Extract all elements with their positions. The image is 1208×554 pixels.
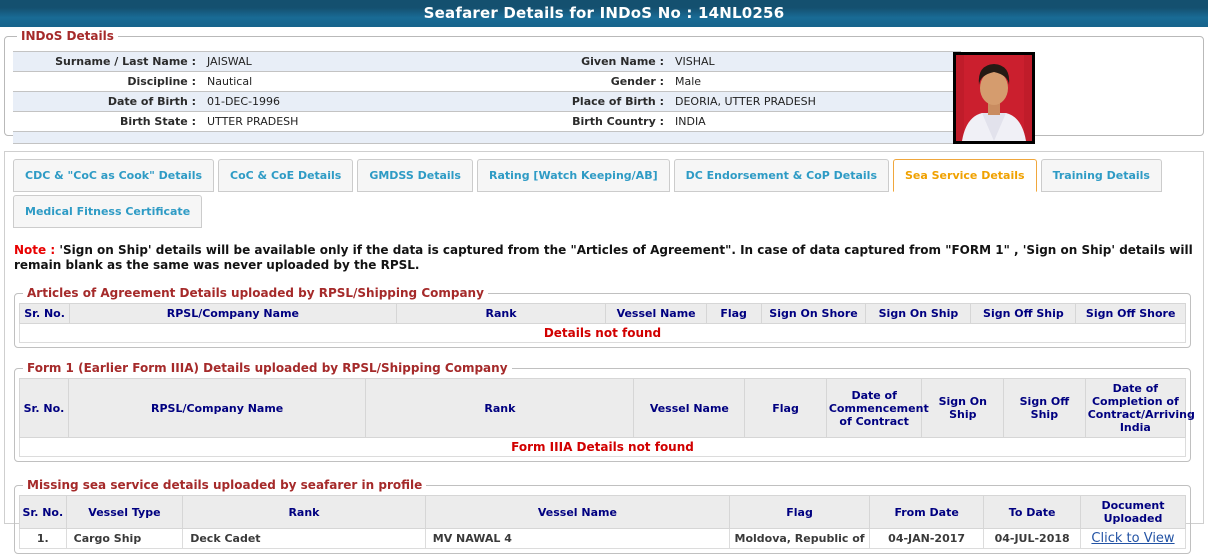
field-value-discipline: Nautical <box>205 72 473 91</box>
tab-gmdss[interactable]: GMDSS Details <box>357 159 473 192</box>
indos-row-discipline: Discipline : Nautical Gender : Male <box>13 72 961 92</box>
cell-to-date: 04-JUL-2018 <box>984 529 1081 549</box>
col-sr-no: Sr. No. <box>20 496 67 529</box>
form1-table: Sr. No. RPSL/Company Name Rank Vessel Na… <box>19 378 1186 457</box>
agreement-empty-message: Details not found <box>20 324 1186 343</box>
document-view-link[interactable]: Click to View <box>1091 531 1174 546</box>
missing-service-table: Sr. No. Vessel Type Rank Vessel Name Fla… <box>19 495 1186 549</box>
tab-dc-endorsement-cop[interactable]: DC Endorsement & CoP Details <box>674 159 889 192</box>
indos-details-section: INDoS Details Surname / Last Name : JAIS… <box>4 29 1204 136</box>
col-document-uploaded: Document Uploaded <box>1081 496 1186 529</box>
field-label-place-of-birth: Place of Birth : <box>473 92 673 111</box>
agreement-empty-row: Details not found <box>20 324 1186 343</box>
cell-from-date: 04-JAN-2017 <box>869 529 983 549</box>
col-vessel-name: Vessel Name <box>425 496 729 529</box>
col-to-date: To Date <box>984 496 1081 529</box>
missing-service-section: Missing sea service details uploaded by … <box>14 478 1191 554</box>
col-sign-on-ship: Sign On Ship <box>866 304 971 324</box>
col-sign-off-shore: Sign Off Shore <box>1076 304 1186 324</box>
field-value-given-name: VISHAL <box>673 52 961 71</box>
cell-rank: Deck Cadet <box>183 529 426 549</box>
col-sr-no: Sr. No. <box>20 304 70 324</box>
col-sign-off-ship: Sign Off Ship <box>1004 379 1086 438</box>
field-value-birth-country: INDIA <box>673 112 961 131</box>
cell-flag: Moldova, Republic of <box>730 529 870 549</box>
tabs-row-2: Medical Fitness Certificate <box>13 195 1203 228</box>
note-body: 'Sign on Ship' details will be available… <box>14 243 1193 272</box>
tab-training[interactable]: Training Details <box>1041 159 1162 192</box>
field-value-date-of-birth: 01-DEC-1996 <box>205 92 473 111</box>
agreement-header-row: Sr. No. RPSL/Company Name Rank Vessel Na… <box>20 304 1186 324</box>
agreement-section: Articles of Agreement Details uploaded b… <box>14 286 1191 348</box>
tab-medical-fitness[interactable]: Medical Fitness Certificate <box>13 195 202 228</box>
table-row: 1. Cargo Ship Deck Cadet MV NAWAL 4 Mold… <box>20 529 1186 549</box>
col-flag: Flag <box>745 379 827 438</box>
col-vessel-name: Vessel Name <box>634 379 745 438</box>
indos-row-spacer <box>13 132 961 144</box>
field-value-place-of-birth: DEORIA, UTTER PRADESH <box>673 92 961 111</box>
cell-document: Click to View <box>1081 529 1186 549</box>
col-sign-on-ship: Sign On Ship <box>922 379 1004 438</box>
cell-sr-no: 1. <box>20 529 67 549</box>
col-rank: Rank <box>183 496 426 529</box>
seafarer-photo <box>953 52 1035 144</box>
field-label-birth-state: Birth State : <box>13 112 205 131</box>
form1-legend: Form 1 (Earlier Form IIIA) Details uploa… <box>23 361 512 375</box>
agreement-table: Sr. No. RPSL/Company Name Rank Vessel Na… <box>19 303 1186 343</box>
col-sign-off-ship: Sign Off Ship <box>971 304 1076 324</box>
indos-row-birth-date: Date of Birth : 01-DEC-1996 Place of Bir… <box>13 92 961 112</box>
field-label-birth-country: Birth Country : <box>473 112 673 131</box>
field-label-given-name: Given Name : <box>473 52 673 71</box>
col-date-commencement: Date of Commencement of Contract <box>826 379 922 438</box>
indos-details-grid: Surname / Last Name : JAISWAL Given Name… <box>13 51 961 144</box>
tab-content-panel: CDC & "CoC as Cook" Details CoC & CoE De… <box>4 151 1204 524</box>
form1-header-row: Sr. No. RPSL/Company Name Rank Vessel Na… <box>20 379 1186 438</box>
tabs-row-1: CDC & "CoC as Cook" Details CoC & CoE De… <box>13 159 1203 192</box>
cell-vessel-type: Cargo Ship <box>66 529 183 549</box>
sign-on-ship-note: Note : 'Sign on Ship' details will be av… <box>14 243 1193 273</box>
col-date-completion: Date of Completion of Contract/Arriving … <box>1085 379 1185 438</box>
col-sign-on-shore: Sign On Shore <box>761 304 866 324</box>
col-vessel-name: Vessel Name <box>606 304 706 324</box>
field-label-surname: Surname / Last Name : <box>13 52 205 71</box>
missing-service-legend: Missing sea service details uploaded by … <box>23 478 426 492</box>
col-rpsl-company: RPSL/Company Name <box>70 304 396 324</box>
form1-empty-message: Form IIIA Details not found <box>20 438 1186 457</box>
seafarer-photo-image <box>956 55 1032 141</box>
agreement-legend: Articles of Agreement Details uploaded b… <box>23 286 488 300</box>
col-rpsl-company: RPSL/Company Name <box>68 379 365 438</box>
field-label-discipline: Discipline : <box>13 72 205 91</box>
col-vessel-type: Vessel Type <box>66 496 183 529</box>
form1-empty-row: Form IIIA Details not found <box>20 438 1186 457</box>
col-rank: Rank <box>366 379 634 438</box>
tab-coc-coe[interactable]: CoC & CoE Details <box>218 159 353 192</box>
tab-sea-service[interactable]: Sea Service Details <box>893 159 1037 192</box>
field-label-date-of-birth: Date of Birth : <box>13 92 205 111</box>
col-flag: Flag <box>730 496 870 529</box>
field-value-birth-state: UTTER PRADESH <box>205 112 473 131</box>
field-value-surname: JAISWAL <box>205 52 473 71</box>
col-flag: Flag <box>706 304 761 324</box>
form1-section: Form 1 (Earlier Form IIIA) Details uploa… <box>14 361 1191 462</box>
indos-details-legend: INDoS Details <box>17 29 118 43</box>
cell-vessel-name: MV NAWAL 4 <box>425 529 729 549</box>
field-value-gender: Male <box>673 72 961 91</box>
tab-cdc-coc-as-cook[interactable]: CDC & "CoC as Cook" Details <box>13 159 214 192</box>
indos-row-birth-state: Birth State : UTTER PRADESH Birth Countr… <box>13 112 961 132</box>
indos-row-name: Surname / Last Name : JAISWAL Given Name… <box>13 52 961 72</box>
col-sr-no: Sr. No. <box>20 379 69 438</box>
field-label-gender: Gender : <box>473 72 673 91</box>
missing-service-header-row: Sr. No. Vessel Type Rank Vessel Name Fla… <box>20 496 1186 529</box>
page-title: Seafarer Details for INDoS No : 14NL0256 <box>0 0 1208 27</box>
col-from-date: From Date <box>869 496 983 529</box>
note-prefix: Note : <box>14 243 55 257</box>
col-rank: Rank <box>396 304 606 324</box>
tab-rating-watch-keeping[interactable]: Rating [Watch Keeping/AB] <box>477 159 670 192</box>
